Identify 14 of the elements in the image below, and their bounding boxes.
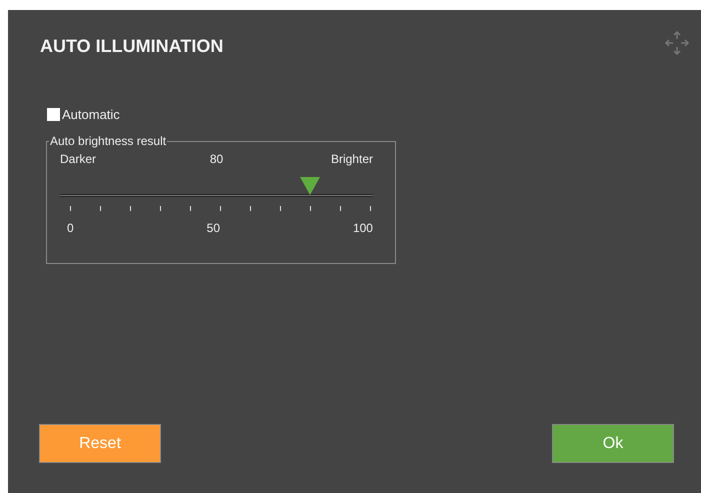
checkbox-label: Automatic [62, 107, 120, 122]
min-label: Darker [60, 152, 96, 166]
max-label: Brighter [330, 152, 373, 166]
reset-button[interactable]: Reset [39, 424, 161, 463]
scale-label: 50 [206, 221, 220, 235]
group-legend: Auto brightness result [49, 134, 168, 148]
scale-label: 100 [352, 221, 373, 235]
automatic-checkbox[interactable]: Automatic [47, 107, 120, 122]
checkbox[interactable] [47, 108, 60, 121]
value-reading: 80 [210, 152, 224, 166]
slider[interactable] [60, 174, 373, 197]
scale-label: 0 [67, 221, 74, 235]
ok-button[interactable]: Ok [552, 424, 674, 463]
dialog-title: AUTO ILLUMINATION [40, 36, 224, 57]
